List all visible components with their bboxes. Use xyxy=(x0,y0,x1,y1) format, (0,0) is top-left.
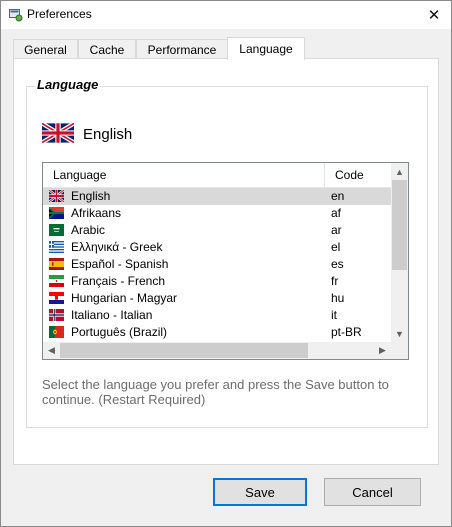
scrollbar-corner xyxy=(391,342,408,359)
current-language-label: English xyxy=(83,126,133,143)
language-code: af xyxy=(331,206,342,220)
cancel-button[interactable]: Cancel xyxy=(324,478,421,506)
horizontal-scrollbar[interactable]: ◀ ▶ xyxy=(43,342,391,359)
greece-flag-icon xyxy=(49,241,64,253)
tab-performance[interactable]: Performance xyxy=(136,39,228,59)
scroll-down-icon[interactable]: ▼ xyxy=(391,325,408,342)
language-name: Português (Brazil) xyxy=(71,325,168,339)
saudi-arabia-flag-icon xyxy=(49,224,64,236)
scroll-left-icon[interactable]: ◀ xyxy=(43,342,60,359)
language-code: el xyxy=(331,240,341,254)
language-name: Italiano - Italian xyxy=(71,308,153,322)
language-name: Español - Spanish xyxy=(71,257,169,271)
column-header-code[interactable]: Code xyxy=(325,163,391,187)
list-rows: English en Afrikaans af Arabic ar Ελληνικά - G… xyxy=(43,188,391,341)
list-item[interactable]: Español - Spanish es xyxy=(43,256,391,273)
vertical-scrollbar[interactable]: ▲ ▼ xyxy=(391,163,408,342)
tab-language[interactable]: Language xyxy=(227,37,305,60)
close-icon: ✕ xyxy=(427,7,441,24)
scroll-up-icon[interactable]: ▲ xyxy=(391,163,408,180)
window-title: Preferences xyxy=(27,7,92,21)
app-icon xyxy=(9,9,23,22)
language-tab-panel: Language English Language Code English en… xyxy=(13,58,439,465)
language-name: Afrikaans xyxy=(71,206,122,220)
iran-flag-icon xyxy=(49,275,64,287)
language-list[interactable]: Language Code English en Afrikaans af Arabic… xyxy=(42,162,409,360)
horizontal-scroll-thumb[interactable] xyxy=(60,343,308,358)
tab-general[interactable]: General xyxy=(13,39,78,59)
uk-flag-icon xyxy=(42,123,74,143)
spain-flag-icon xyxy=(49,258,64,270)
uk-flag-icon xyxy=(49,190,64,202)
column-header-language[interactable]: Language xyxy=(43,163,325,187)
language-code: en xyxy=(331,189,345,203)
language-code: es xyxy=(331,257,344,271)
language-name: Arabic xyxy=(71,223,106,237)
title-bar: Preferences ✕ xyxy=(1,1,451,29)
language-code: pt-BR xyxy=(331,325,362,339)
language-name: Français - French xyxy=(71,274,166,288)
list-header: Language Code xyxy=(43,163,391,188)
tab-cache[interactable]: Cache xyxy=(78,39,136,59)
language-code: ar xyxy=(331,223,342,237)
preferences-window: Preferences ✕ General Cache Performance … xyxy=(0,0,452,527)
close-button[interactable]: ✕ xyxy=(417,1,451,29)
language-code: it xyxy=(331,308,337,322)
list-item[interactable]: Afrikaans af xyxy=(43,205,391,222)
language-name: Hungarian - Magyar xyxy=(71,291,178,305)
list-item[interactable]: Hungarian - Magyar hu xyxy=(43,290,391,307)
scroll-right-icon[interactable]: ▶ xyxy=(374,342,391,359)
croatia-flag-icon xyxy=(49,292,64,304)
list-item[interactable]: English en xyxy=(43,188,391,205)
list-item[interactable]: Arabic ar xyxy=(43,222,391,239)
language-name: Ελληνικά - Greek xyxy=(71,240,163,254)
list-item[interactable]: Italiano - Italian it xyxy=(43,307,391,324)
norway-flag-icon xyxy=(49,309,64,321)
language-group-title: Language xyxy=(35,77,101,92)
south-africa-flag-icon xyxy=(49,207,64,219)
list-item[interactable]: Français - French fr xyxy=(43,273,391,290)
save-button[interactable]: Save xyxy=(213,478,307,506)
restart-hint-text: Select the language you prefer and press… xyxy=(42,377,389,407)
language-code: hu xyxy=(331,291,345,305)
list-item[interactable]: Ελληνικά - Greek el xyxy=(43,239,391,256)
language-code: fr xyxy=(331,274,339,288)
portugal-flag-icon xyxy=(49,326,64,338)
language-name: English xyxy=(71,189,111,203)
vertical-scroll-thumb[interactable] xyxy=(392,180,407,270)
list-item[interactable]: Português (Brazil) pt-BR xyxy=(43,324,391,341)
